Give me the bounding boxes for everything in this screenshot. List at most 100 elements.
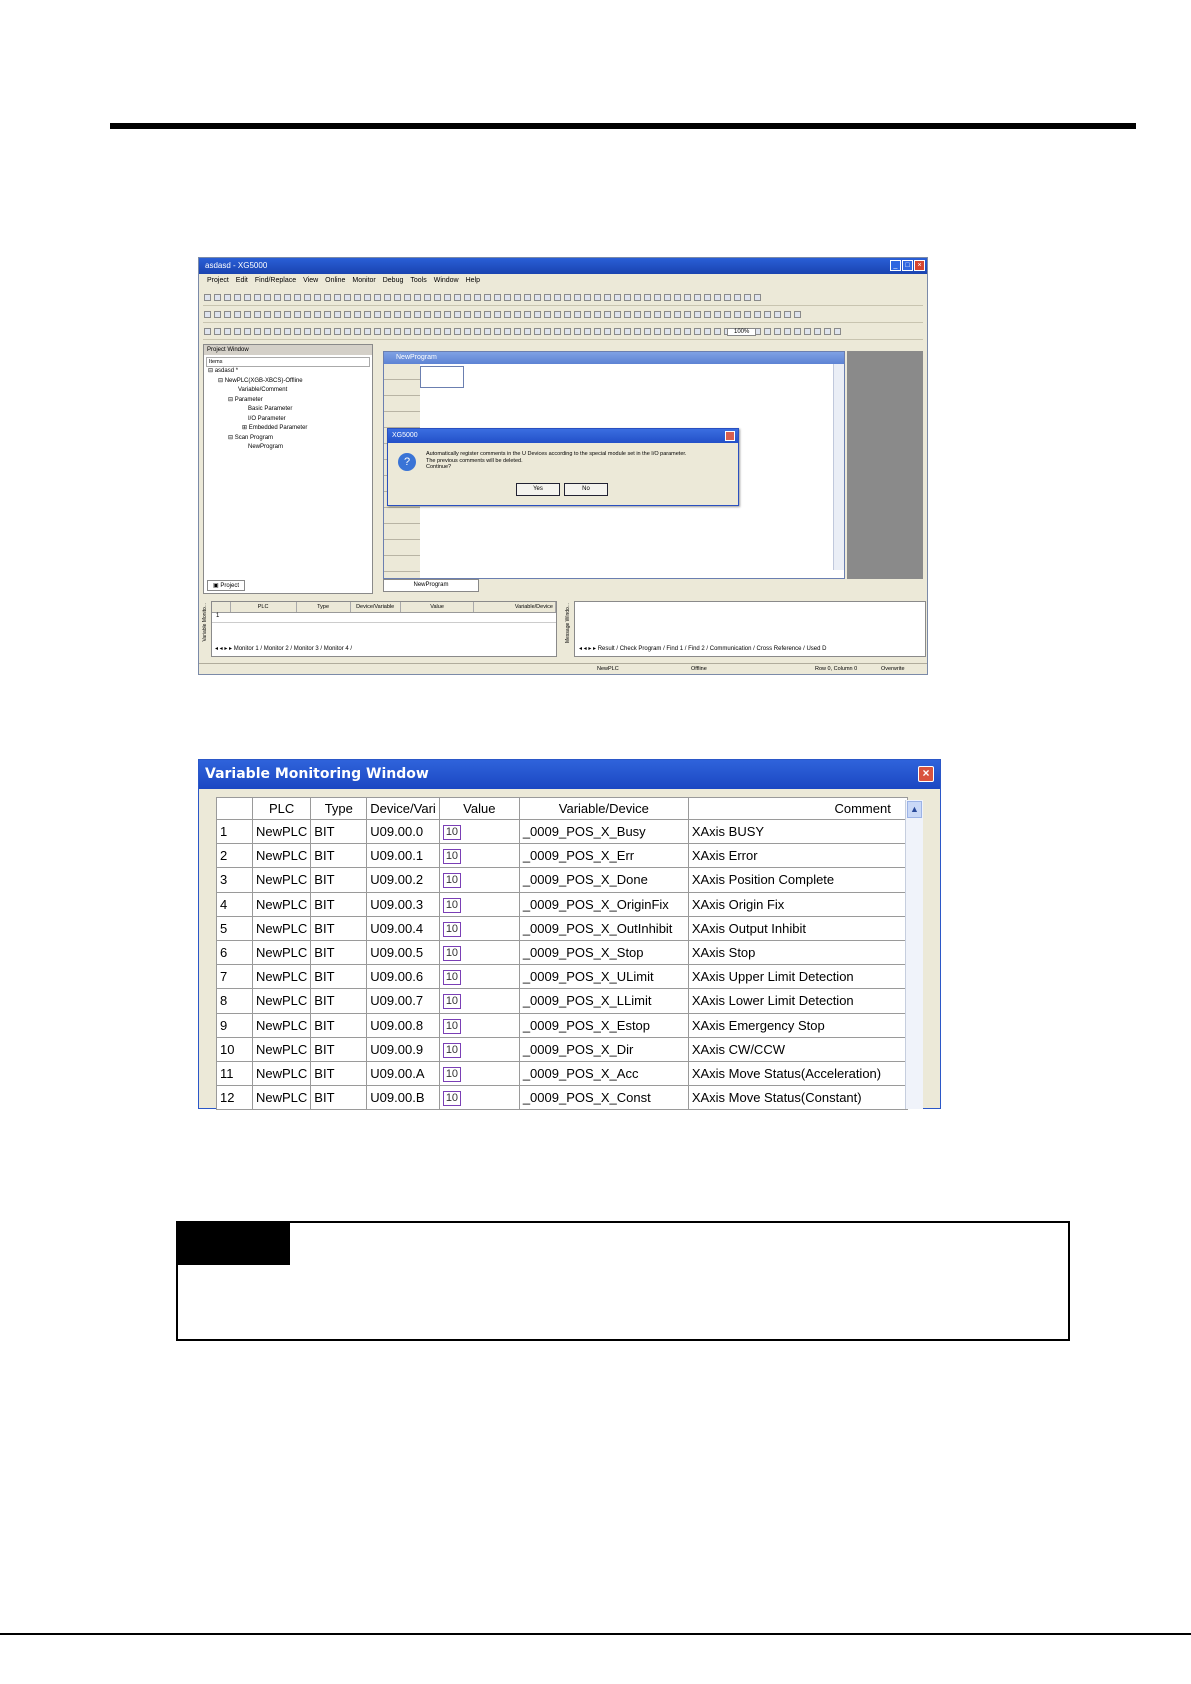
toolbar-button-icon[interactable]: [474, 294, 481, 301]
toolbar-button-icon[interactable]: [684, 294, 691, 301]
toolbar-button-icon[interactable]: [294, 328, 301, 335]
toolbar-button-icon[interactable]: [484, 311, 491, 318]
toolbar-button-icon[interactable]: [764, 311, 771, 318]
tree-item[interactable]: ⊟ asdasd *: [204, 367, 372, 377]
toolbar-button-icon[interactable]: [234, 294, 241, 301]
toolbar-button-icon[interactable]: [624, 294, 631, 301]
toolbar-button-icon[interactable]: [414, 294, 421, 301]
toolbar-button-icon[interactable]: [414, 311, 421, 318]
toolbar-button-icon[interactable]: [654, 294, 661, 301]
toolbar-button-icon[interactable]: [394, 328, 401, 335]
table-row[interactable]: 4 NewPLC BIT U09.00.3 10 _0009_POS_X_OriginFi…: [216, 891, 908, 917]
toolbar-button-icon[interactable]: [554, 328, 561, 335]
menu-view[interactable]: View: [303, 274, 318, 288]
toolbar-button-icon[interactable]: [774, 328, 781, 335]
toolbar-button-icon[interactable]: [714, 311, 721, 318]
toolbar-button-icon[interactable]: [514, 311, 521, 318]
toolbar-button-icon[interactable]: [364, 311, 371, 318]
menu-debug[interactable]: Debug: [383, 274, 404, 288]
ladder-cursor[interactable]: [420, 366, 464, 388]
toolbar-button-icon[interactable]: [614, 328, 621, 335]
toolbar-button-icon[interactable]: [334, 294, 341, 301]
toolbar-button-icon[interactable]: [604, 311, 611, 318]
tree-item[interactable]: Variable/Comment: [204, 386, 372, 396]
toolbar-button-icon[interactable]: [584, 311, 591, 318]
toolbar-button-icon[interactable]: [564, 311, 571, 318]
table-row[interactable]: 11 NewPLC BIT U09.00.A 10 _0009_POS_X_Acc XAxi…: [216, 1060, 908, 1087]
toolbar-button-icon[interactable]: [804, 328, 811, 335]
toolbar-button-icon[interactable]: [284, 311, 291, 318]
dialog-close-icon[interactable]: [725, 431, 735, 441]
toolbar-button-icon[interactable]: [514, 328, 521, 335]
toolbar-button-icon[interactable]: [304, 328, 311, 335]
toolbar-button-icon[interactable]: [434, 311, 441, 318]
toolbar-button-icon[interactable]: [344, 311, 351, 318]
toolbar-button-icon[interactable]: [494, 294, 501, 301]
toolbar-button-icon[interactable]: [324, 328, 331, 335]
toolbar-button-icon[interactable]: [244, 328, 251, 335]
toolbar-button-icon[interactable]: [304, 294, 311, 301]
toolbar-button-icon[interactable]: [564, 294, 571, 301]
toolbar-button-icon[interactable]: [244, 294, 251, 301]
menu-help[interactable]: Help: [466, 274, 480, 288]
zoom-select[interactable]: 100%: [727, 328, 757, 336]
toolbar-button-icon[interactable]: [644, 328, 651, 335]
toolbar-button-icon[interactable]: [564, 328, 571, 335]
toolbar-button-icon[interactable]: [684, 328, 691, 335]
value-toggle-icon[interactable]: 10: [442, 1066, 462, 1082]
scroll-up-icon[interactable]: ▲: [907, 801, 922, 818]
toolbar-button-icon[interactable]: [214, 311, 221, 318]
value-toggle-icon[interactable]: 10: [442, 873, 462, 889]
menu-monitor[interactable]: Monitor: [352, 274, 375, 288]
toolbar-button-icon[interactable]: [354, 311, 361, 318]
toolbar-button-icon[interactable]: [224, 311, 231, 318]
toolbar-button-icon[interactable]: [524, 311, 531, 318]
toolbar-button-icon[interactable]: [344, 328, 351, 335]
toolbar-button-icon[interactable]: [814, 328, 821, 335]
tree-item[interactable]: ⊟ Scan Program: [204, 434, 372, 444]
toolbar-button-icon[interactable]: [444, 311, 451, 318]
toolbar-button-icon[interactable]: [244, 311, 251, 318]
toolbar-button-icon[interactable]: [724, 311, 731, 318]
toolbar-button-icon[interactable]: [354, 294, 361, 301]
value-toggle-icon[interactable]: 10: [442, 970, 462, 986]
toolbar-button-icon[interactable]: [734, 294, 741, 301]
menu-tools[interactable]: Tools: [410, 274, 426, 288]
toolbar-button-icon[interactable]: [204, 311, 211, 318]
toolbar-button-icon[interactable]: [544, 294, 551, 301]
toolbar-button-icon[interactable]: [374, 294, 381, 301]
value-toggle-icon[interactable]: 10: [442, 921, 462, 937]
table-row[interactable]: 3 NewPLC BIT U09.00.2 10 _0009_POS_X_Done XAxi…: [216, 867, 908, 893]
toolbar-button-icon[interactable]: [234, 311, 241, 318]
message-tabs[interactable]: ◂ ◂ ▸ ▸ Result / Check Program / Find 1 …: [579, 645, 826, 652]
toolbar-button-icon[interactable]: [694, 328, 701, 335]
toolbar-button-icon[interactable]: [394, 294, 401, 301]
toolbar-button-icon[interactable]: [324, 294, 331, 301]
toolbar-button-icon[interactable]: [234, 328, 241, 335]
toolbar-button-icon[interactable]: [534, 311, 541, 318]
toolbar-button-icon[interactable]: [284, 328, 291, 335]
toolbar-button-icon[interactable]: [694, 311, 701, 318]
toolbar-button-icon[interactable]: [404, 328, 411, 335]
toolbar-button-icon[interactable]: [704, 311, 711, 318]
toolbar-button-icon[interactable]: [394, 311, 401, 318]
toolbar-button-icon[interactable]: [304, 311, 311, 318]
toolbar-button-icon[interactable]: [454, 311, 461, 318]
toolbar-button-icon[interactable]: [494, 311, 501, 318]
toolbar-button-icon[interactable]: [344, 294, 351, 301]
no-button[interactable]: No: [564, 483, 608, 496]
toolbar-button-icon[interactable]: [834, 328, 841, 335]
tree-item[interactable]: Basic Parameter: [204, 405, 372, 415]
toolbar-button-icon[interactable]: [554, 294, 561, 301]
toolbar-button-icon[interactable]: [704, 294, 711, 301]
toolbar-button-icon[interactable]: [254, 294, 261, 301]
toolbar-button-icon[interactable]: [654, 311, 661, 318]
value-toggle-icon[interactable]: 10: [442, 897, 462, 913]
value-toggle-icon[interactable]: 10: [442, 946, 462, 962]
toolbar-button-icon[interactable]: [504, 311, 511, 318]
toolbar-button-icon[interactable]: [384, 294, 391, 301]
toolbar-button-icon[interactable]: [584, 294, 591, 301]
table-row[interactable]: 5 NewPLC BIT U09.00.4 10 _0009_POS_X_OutInhib…: [216, 915, 908, 941]
close-icon[interactable]: ×: [918, 766, 934, 782]
yes-button[interactable]: Yes: [516, 483, 560, 496]
